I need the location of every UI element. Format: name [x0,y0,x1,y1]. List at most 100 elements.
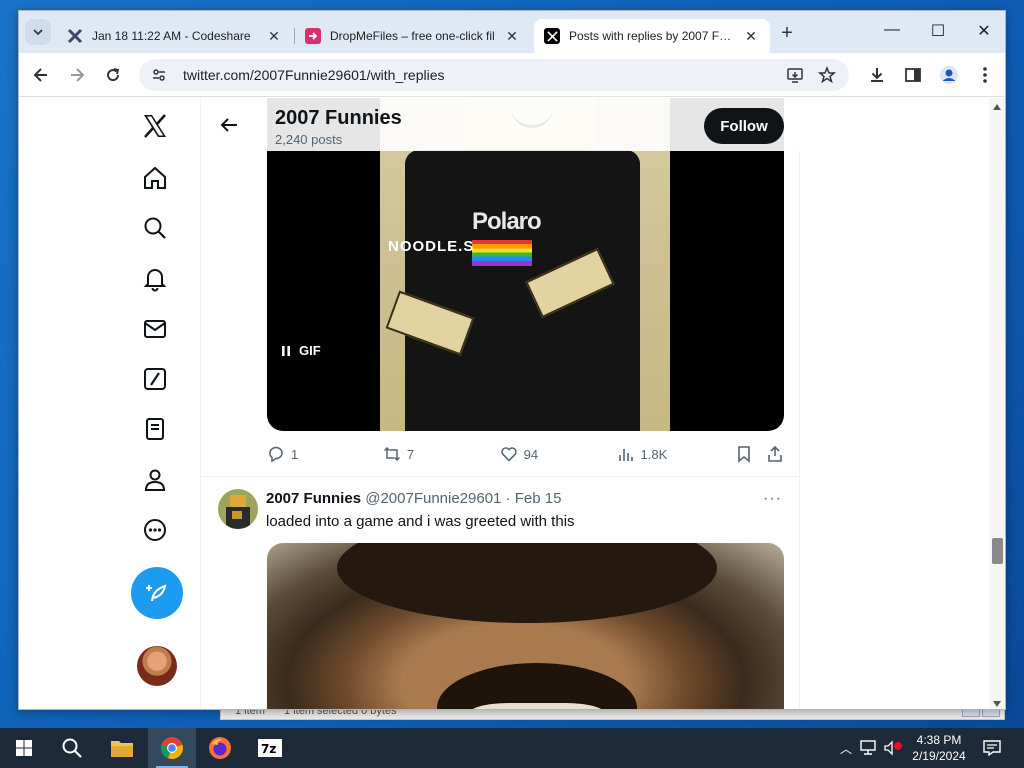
start-button[interactable] [0,728,48,768]
heart-icon [500,447,517,462]
back-arrow-icon[interactable] [218,114,240,136]
bookmark-star-icon[interactable] [817,65,837,85]
url-text: twitter.com/2007Funnie29601/with_replies [183,67,445,83]
shirt-text: Polaro [472,208,542,235]
reply-count: 1 [291,446,299,462]
tab-dropmefiles[interactable]: DropMeFiles – free one-click fil ✕ [295,19,531,53]
chrome-taskbar-button[interactable] [148,728,196,768]
chrome-window: Jan 18 11:22 AM - Codeshare ✕ DropMeFile… [18,10,1006,710]
clock-date: 2/19/2024 [912,749,966,763]
tab-strip: Jan 18 11:22 AM - Codeshare ✕ DropMeFile… [19,11,1005,53]
like-button[interactable]: 94 [500,445,617,463]
close-window-button[interactable]: ✕ [961,21,1005,41]
tweet-handle-date[interactable]: @2007Funnie29601 · Feb 15 [365,490,561,507]
left-navigation [19,98,201,709]
dropmefiles-icon [305,28,321,44]
browser-toolbar: twitter.com/2007Funnie29601/with_replies [19,53,1005,97]
taskbar-clock[interactable]: 4:38 PM 2/19/2024 [906,732,972,764]
scroll-thumb[interactable] [992,538,1003,564]
retweet-icon [383,446,400,462]
tweet-divider [202,476,800,477]
tab-title: Posts with replies by 2007 Funn [569,29,736,43]
retweet-button[interactable]: 7 [383,445,500,463]
scroll-down-arrow[interactable] [993,701,1001,707]
maximize-button[interactable]: ☐ [915,21,961,41]
pause-icon [282,345,290,356]
timeline-feed: Polaro NOODLE.S GIF 1 7 94 1.8K 2007 Fun… [202,98,800,709]
analytics-bars-icon [618,449,633,461]
side-panel-button[interactable] [901,63,925,87]
reply-icon [269,446,283,463]
action-center-icon [983,740,1001,756]
more-circle-icon[interactable] [141,516,169,544]
show-hidden-icons-chevron-icon[interactable]: ︿ [836,740,856,757]
file-explorer-taskbar-button[interactable] [98,728,146,768]
site-info-icon[interactable] [149,65,169,85]
chevron-down-icon [33,29,43,36]
chrome-icon [161,737,183,760]
x-logo-icon[interactable] [141,112,169,140]
reply-button[interactable]: 1 [267,445,383,463]
view-count: 1.8K [640,446,668,462]
notifications-button[interactable] [972,728,1012,768]
lists-icon[interactable] [141,415,169,443]
arrow-right-icon [71,68,85,82]
profile-icon [940,66,958,84]
notifications-bell-icon[interactable] [141,265,169,293]
tab-search-button[interactable] [25,19,51,45]
search-icon[interactable] [141,214,169,242]
minimize-button[interactable]: — [869,21,915,39]
install-app-icon[interactable] [785,65,805,85]
downloads-button[interactable] [865,63,889,87]
network-icon[interactable] [856,740,880,756]
taskbar-search-button[interactable] [48,728,96,768]
share-icon [768,445,782,462]
tweet-text: loaded into a game and i was greeted wit… [266,513,575,530]
new-tab-button[interactable]: + [775,23,799,43]
chrome-menu-button[interactable] [973,63,997,87]
kebab-menu-icon [983,67,987,83]
profile-button[interactable] [937,63,961,87]
tweet-author-avatar[interactable] [218,489,258,529]
compose-post-button[interactable] [131,567,183,619]
7zip-taskbar-button[interactable]: 7z [246,728,294,768]
x-icon [544,28,560,44]
close-tab-icon[interactable]: ✕ [265,28,283,45]
7zip-icon: 7z [258,739,282,757]
side-panel-icon [905,68,921,82]
tweet-author-name[interactable]: 2007 Funnies [266,490,361,507]
tab-twitter[interactable]: Posts with replies by 2007 Funn ✕ [534,19,770,53]
folder-icon [111,741,133,757]
windows-logo-icon [16,740,32,756]
views-button[interactable]: 1.8K [617,445,736,463]
forward-button[interactable] [65,63,89,87]
tab-title: Jan 18 11:22 AM - Codeshare [92,29,251,43]
twitter-page: 2007 Funnies 2,240 posts Follow Polaro N… [19,98,989,709]
close-tab-icon[interactable]: ✕ [503,28,521,45]
sticker-text: NOODLE.S [388,238,475,255]
close-tab-icon[interactable]: ✕ [742,28,760,45]
profile-person-icon[interactable] [141,466,169,494]
reload-button[interactable] [101,63,125,87]
bookmark-button[interactable] [735,445,766,463]
bookmark-icon [738,446,751,463]
address-bar[interactable]: twitter.com/2007Funnie29601/with_replies [139,59,849,91]
firefox-taskbar-button[interactable] [196,728,244,768]
tweet-image-media[interactable] [267,543,784,709]
grok-icon[interactable] [141,365,169,393]
follow-button[interactable]: Follow [704,108,784,144]
account-avatar[interactable] [137,646,177,686]
tweet-header: 2007 Funnies @2007Funnie29601 · Feb 15 [266,490,561,507]
volume-muted-icon[interactable] [880,740,904,756]
tweet-more-options[interactable]: ··· [763,490,782,508]
home-icon[interactable] [141,164,169,192]
gif-pause-control[interactable]: GIF [281,343,321,358]
messages-mail-icon[interactable] [141,315,169,343]
back-button[interactable] [29,63,53,87]
page-scrollbar[interactable] [989,98,1005,709]
tab-codeshare[interactable]: Jan 18 11:22 AM - Codeshare ✕ [57,19,293,53]
share-button[interactable] [766,445,784,463]
search-icon [62,738,82,758]
post-count: 2,240 posts [275,132,343,147]
scroll-up-arrow[interactable] [993,104,1001,110]
